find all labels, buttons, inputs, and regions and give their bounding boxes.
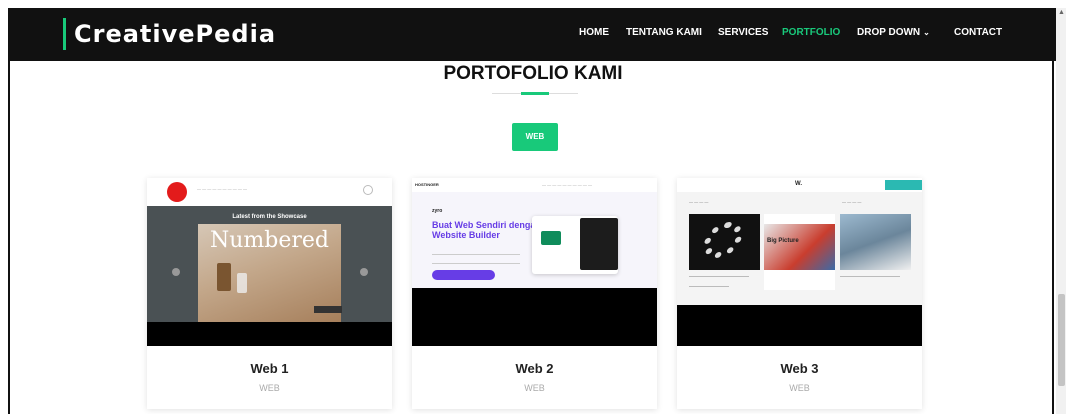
nav-services[interactable]: SERVICES [718,26,768,40]
card-title[interactable]: Web 3 [677,361,922,376]
filter-web-button[interactable]: WEB [512,123,558,151]
scroll-up-icon[interactable]: ▲ [1058,9,1065,17]
portfolio-card-web-1[interactable]: — — — — — — — — — — Latest from the Show… [147,178,392,409]
card-category: WEB [524,383,545,393]
top-strip [0,0,1066,8]
preview-word: Numbered [209,228,329,253]
preview-tile [840,214,911,270]
preview-brand: HOSTINGER [415,182,439,187]
preview-circle-icon [363,185,373,195]
preview-bottle [237,273,247,293]
nav-drop-down[interactable]: DROP DOWN ⌄ [857,26,930,40]
portfolio-thumbnail[interactable]: — — — — — — — — — — Latest from the Show… [147,178,392,346]
chevron-down-icon: ⌄ [923,28,930,37]
preview-text-line [689,276,749,277]
preview-cta-button [885,180,922,190]
preview-text-line [689,286,729,287]
scrollbar-thumb[interactable] [1058,294,1065,386]
preview-subheading: — — — — [842,199,862,204]
preview-bottle [217,263,231,291]
portfolio-thumbnail[interactable]: HOSTINGER — — — — — — — — — — zyro Buat … [412,178,657,346]
nav-tentang-kami[interactable]: TENTANG KAMI [626,26,702,40]
card-title[interactable]: Web 1 [147,361,392,376]
preview-text-line [840,276,900,277]
card-title[interactable]: Web 2 [412,361,657,376]
preview-menu: — — — — — — — — — — [197,186,248,191]
preview-zyro-logo: zyro [432,208,443,214]
portfolio-card-web-3[interactable]: W. — — — — — — — — Big Picture Web 3 WEB [677,178,922,409]
nav-home[interactable]: HOME [579,26,609,40]
nav-drop-down-label: DROP DOWN [857,27,921,38]
nav-portfolio[interactable]: PORTFOLIO [782,26,840,40]
preview-swatch [541,231,561,245]
portfolio-thumbnail[interactable]: W. — — — — — — — — Big Picture [677,178,922,346]
portfolio-card-web-2[interactable]: HOSTINGER — — — — — — — — — — zyro Buat … [412,178,657,409]
card-category: WEB [789,383,810,393]
preview-arrow-right-icon [360,268,368,276]
nav-contact[interactable]: CONTACT [954,26,1002,40]
title-accent [521,92,549,95]
preview-button [432,270,495,280]
card-category: WEB [259,383,280,393]
preview-paragraph [432,254,520,264]
preview-logo [167,182,187,202]
section-title: PORTOFOLIO KAMI [443,63,623,84]
preview-featured-title: Big Picture [767,238,799,244]
preview-tile-image [764,224,835,270]
preview-menu: — — — — — — — — — — [542,182,593,187]
preview-subheading: — — — — [689,199,709,204]
main-nav: HOME TENTANG KAMI SERVICES PORTFOLIO DRO… [0,26,1066,40]
preview-arrow-left-icon [172,268,180,276]
preview-brand: W. [795,181,802,187]
preview-button [314,306,342,313]
preview-header [412,178,657,192]
preview-heading: Latest from the Showcase [232,214,307,220]
preview-photo [580,218,618,270]
